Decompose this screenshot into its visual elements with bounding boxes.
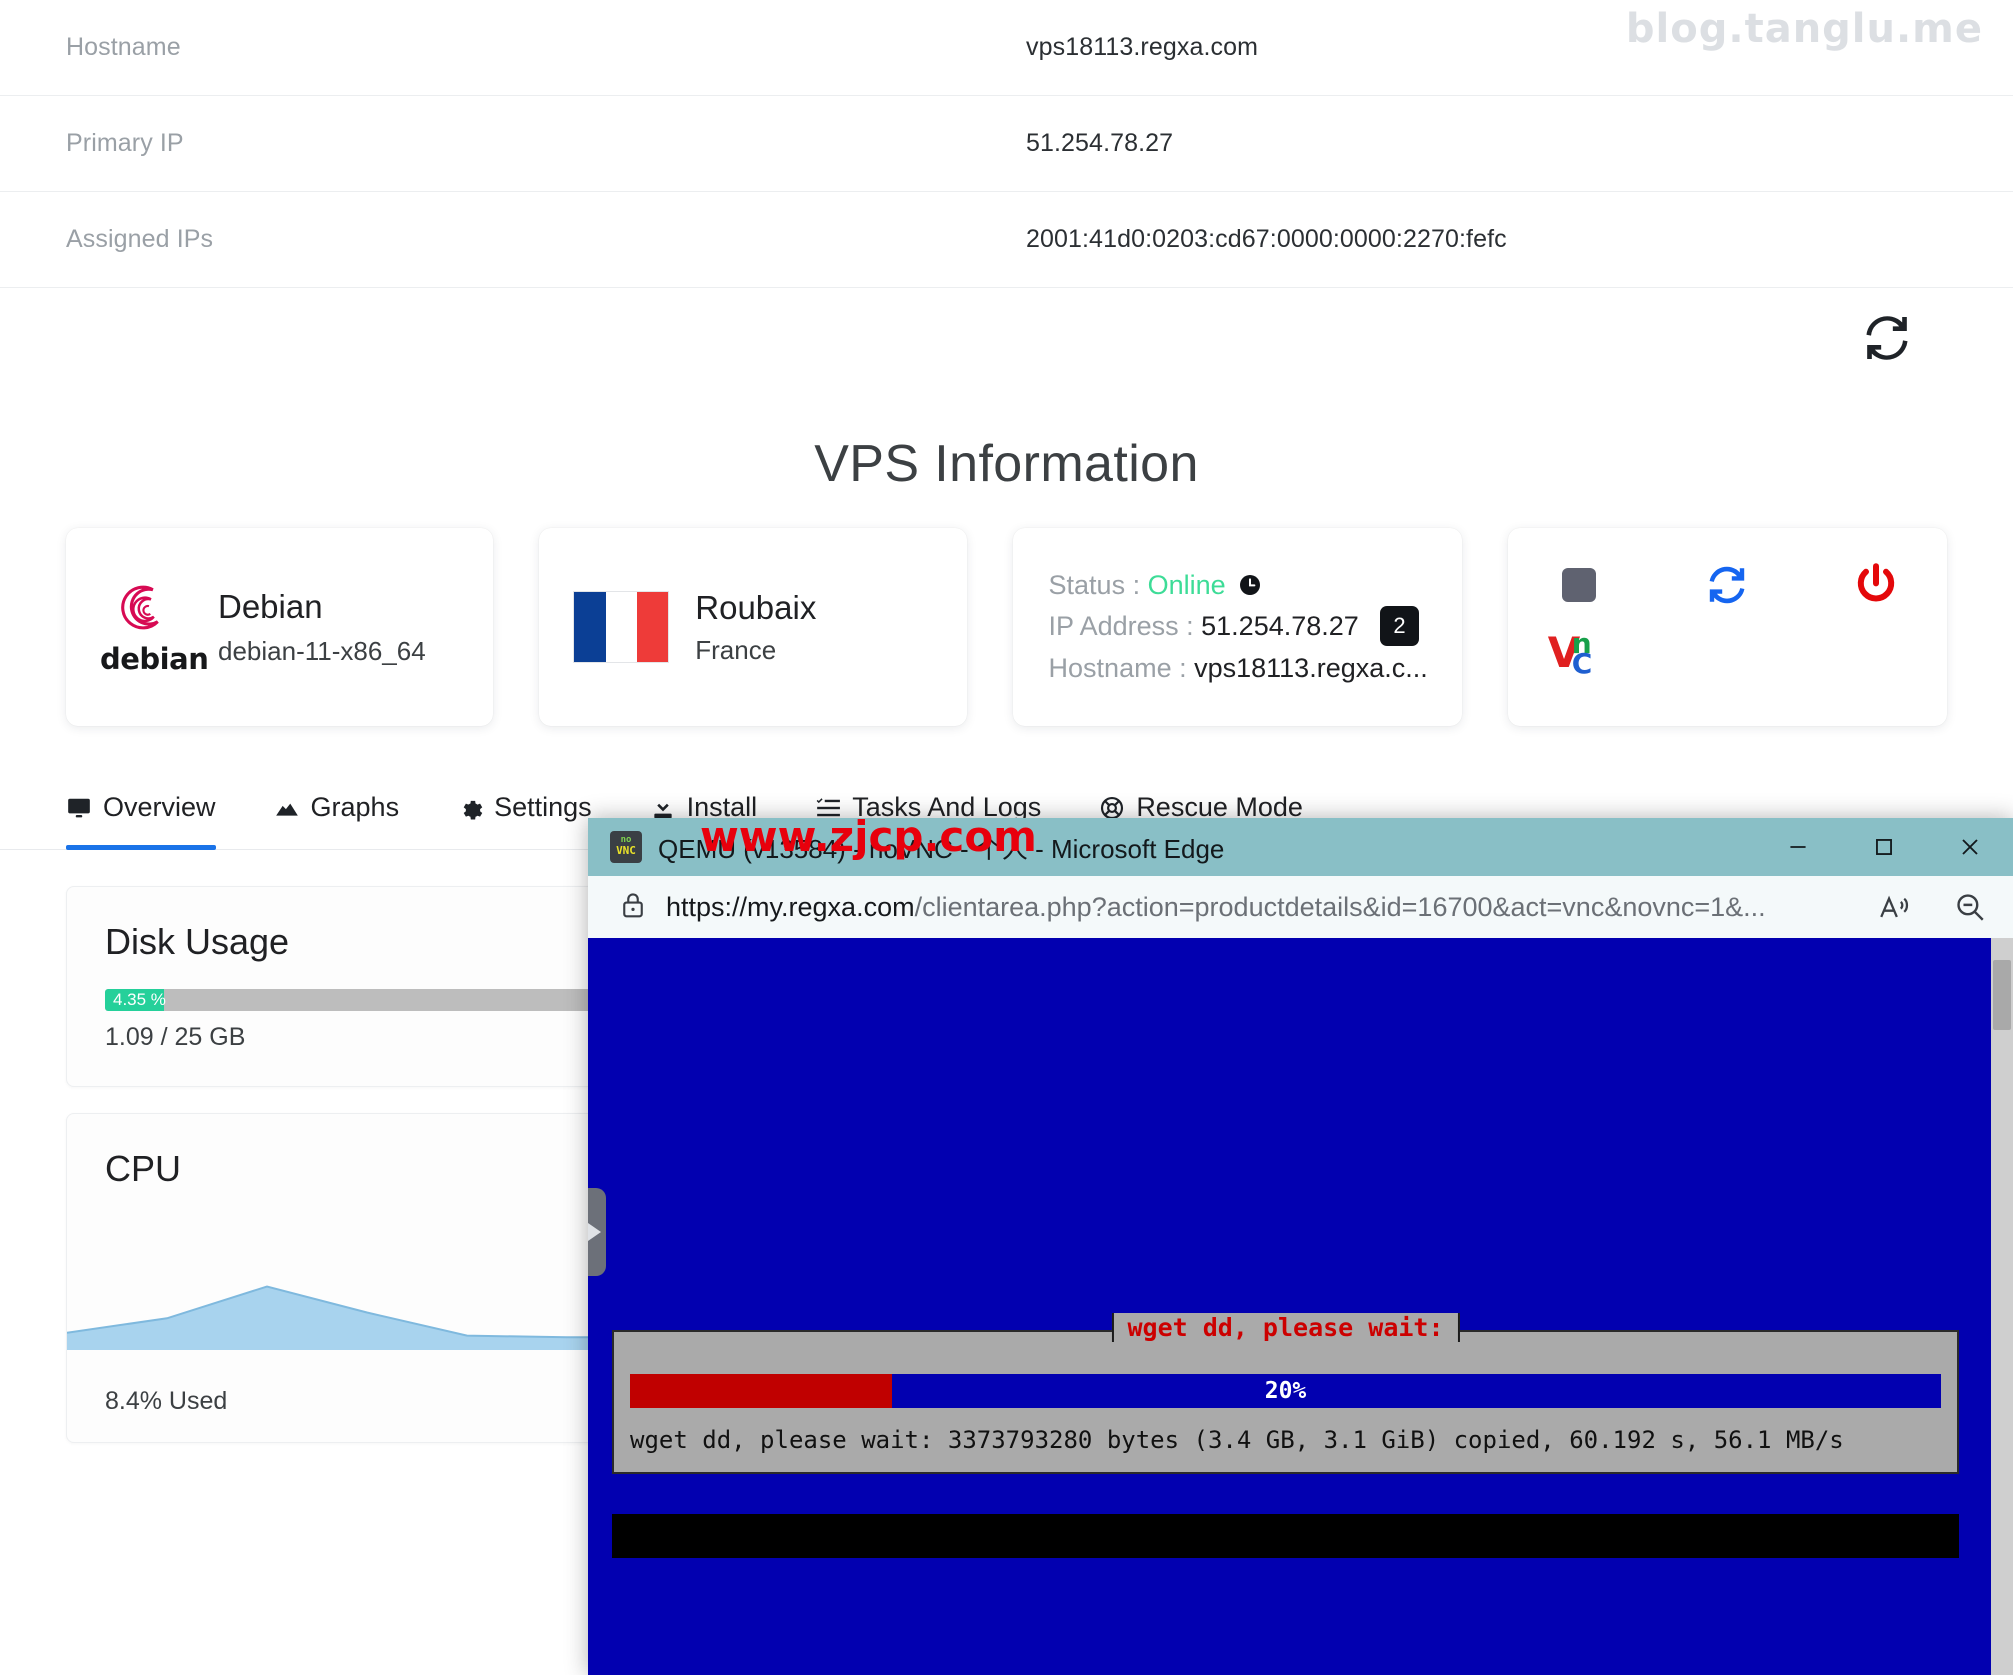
- hostname-row: Hostname : vps18113.regxa.c...: [1049, 648, 1428, 689]
- ip-label: IP Address :: [1049, 611, 1194, 641]
- read-aloud-icon[interactable]: [1865, 890, 1923, 924]
- reboot-button[interactable]: [1696, 554, 1758, 616]
- novnc-canvas[interactable]: wget dd, please wait: 20% wget dd, pleas…: [588, 938, 2013, 1675]
- info-label-primary-ip: Primary IP: [66, 129, 1026, 158]
- dd-progress-percent: 20%: [630, 1374, 1941, 1408]
- refresh-icon[interactable]: [1859, 310, 1915, 366]
- tab-settings[interactable]: Settings: [457, 780, 592, 849]
- refresh-circular-icon: [1703, 561, 1751, 609]
- dd-dialog-title: wget dd, please wait:: [1111, 1313, 1459, 1342]
- table-row: Assigned IPs 2001:41d0:0203:cd67:0000:00…: [0, 192, 2013, 288]
- vnc-button[interactable]: V n C: [1548, 630, 1610, 682]
- page-title: VPS Information: [0, 408, 2013, 528]
- tab-label: Graphs: [311, 792, 400, 823]
- maximize-icon: [1871, 834, 1897, 860]
- location-country: France: [695, 635, 816, 666]
- power-icon: [1852, 561, 1900, 609]
- location-card: Roubaix France: [539, 528, 966, 726]
- hostname-value: vps18113.regxa.c...: [1194, 653, 1428, 683]
- novnc-panel-handle-icon[interactable]: [588, 1188, 606, 1276]
- tasks-list-icon: [815, 795, 841, 821]
- url-host: https://my.regxa.com: [666, 892, 915, 922]
- chart-area-icon: [274, 795, 300, 821]
- clock-icon: [1238, 573, 1262, 597]
- os-card: debian Debian debian-11-x86_64: [66, 528, 493, 726]
- maximize-button[interactable]: [1841, 818, 1927, 876]
- refresh-row: [0, 288, 2013, 408]
- status-badge: Online: [1148, 570, 1226, 600]
- edge-address-toolbar: https://my.regxa.com/clientarea.php?acti…: [588, 876, 2013, 938]
- debian-wordmark: debian: [100, 642, 196, 676]
- close-icon: [1956, 833, 1984, 861]
- ip-row: IP Address : 51.254.78.27 2: [1049, 606, 1428, 647]
- actions-card: V n C: [1508, 528, 1947, 726]
- tab-graphs[interactable]: Graphs: [274, 780, 400, 849]
- stop-button[interactable]: [1548, 554, 1610, 616]
- info-label-hostname: Hostname: [66, 33, 1026, 62]
- stop-square-icon: [1562, 568, 1596, 602]
- info-value-assigned-ips: 2001:41d0:0203:cd67:0000:0000:2270:fefc: [1026, 225, 1507, 254]
- window-controls: [1755, 818, 2013, 876]
- table-row: Primary IP 51.254.78.27: [0, 96, 2013, 192]
- flag-france-icon: [573, 591, 669, 663]
- dd-progress-bar: 20%: [630, 1374, 1941, 1408]
- tab-label: Overview: [103, 792, 216, 823]
- edge-title-bar[interactable]: no VNC QEMU (v13584) - noVNC - 个人 - Micr…: [588, 818, 2013, 876]
- cpu-used-label: 8.4% Used: [105, 1387, 227, 1416]
- tab-label: Settings: [494, 792, 592, 823]
- lifebuoy-icon: [1099, 795, 1125, 821]
- location-city: Roubaix: [695, 589, 816, 627]
- hostname-label: Hostname :: [1049, 653, 1187, 683]
- download-icon: [650, 795, 676, 821]
- debian-logo-icon: debian: [100, 578, 196, 676]
- vps-summary-cards: debian Debian debian-11-x86_64 Roubaix F…: [0, 528, 2013, 726]
- gear-icon: [457, 795, 483, 821]
- status-label: Status :: [1049, 570, 1141, 600]
- dd-progress-dialog: wget dd, please wait: 20% wget dd, pleas…: [612, 1330, 1959, 1474]
- zoom-out-icon[interactable]: [1941, 890, 1999, 924]
- info-label-assigned-ips: Assigned IPs: [66, 225, 1026, 254]
- os-slug: debian-11-x86_64: [218, 636, 426, 667]
- status-details: Status : Online IP Address : 51.254.78.2…: [1049, 565, 1428, 688]
- novnc-favicon-icon: no VNC: [610, 831, 642, 863]
- lock-icon[interactable]: [618, 889, 648, 926]
- status-card: Status : Online IP Address : 51.254.78.2…: [1013, 528, 1462, 726]
- status-row: Status : Online: [1049, 565, 1428, 606]
- dd-progress-message: wget dd, please wait: 3373793280 bytes (…: [630, 1426, 1941, 1454]
- favicon-bottom-text: VNC: [616, 845, 636, 857]
- url-path: /clientarea.php?action=productdetails&id…: [915, 892, 1766, 922]
- disk-usage-progress-fill: 4.35 %: [105, 989, 164, 1011]
- edge-browser-window[interactable]: no VNC QEMU (v13584) - noVNC - 个人 - Micr…: [588, 818, 2013, 1675]
- os-name: Debian: [218, 588, 426, 626]
- edge-vertical-scrollbar[interactable]: [1991, 938, 2013, 1675]
- address-bar-input[interactable]: https://my.regxa.com/clientarea.php?acti…: [666, 892, 1847, 923]
- location-text: Roubaix France: [695, 589, 816, 666]
- edge-window-title: QEMU (v13584) - noVNC - 个人 - Microsoft E…: [658, 829, 1224, 866]
- disk-usage-progress: 4.35 %: [105, 989, 665, 1011]
- watermark-blog-tanglu: blog.tanglu.me: [1626, 6, 1983, 52]
- power-button[interactable]: [1845, 554, 1907, 616]
- terminal-black-strip: [612, 1514, 1959, 1558]
- info-value-hostname: vps18113.regxa.com: [1026, 33, 1258, 62]
- tab-overview[interactable]: Overview: [66, 780, 216, 849]
- close-button[interactable]: [1927, 818, 2013, 876]
- monitor-icon: [66, 795, 92, 821]
- scrollbar-thumb[interactable]: [1993, 960, 2011, 1030]
- ip-count-badge[interactable]: 2: [1380, 606, 1418, 645]
- ip-value: 51.254.78.27: [1201, 611, 1359, 641]
- minimize-icon: [1785, 834, 1811, 860]
- minimize-button[interactable]: [1755, 818, 1841, 876]
- info-value-primary-ip: 51.254.78.27: [1026, 129, 1173, 158]
- actions-grid: [1548, 554, 1907, 616]
- os-text: Debian debian-11-x86_64: [218, 588, 426, 667]
